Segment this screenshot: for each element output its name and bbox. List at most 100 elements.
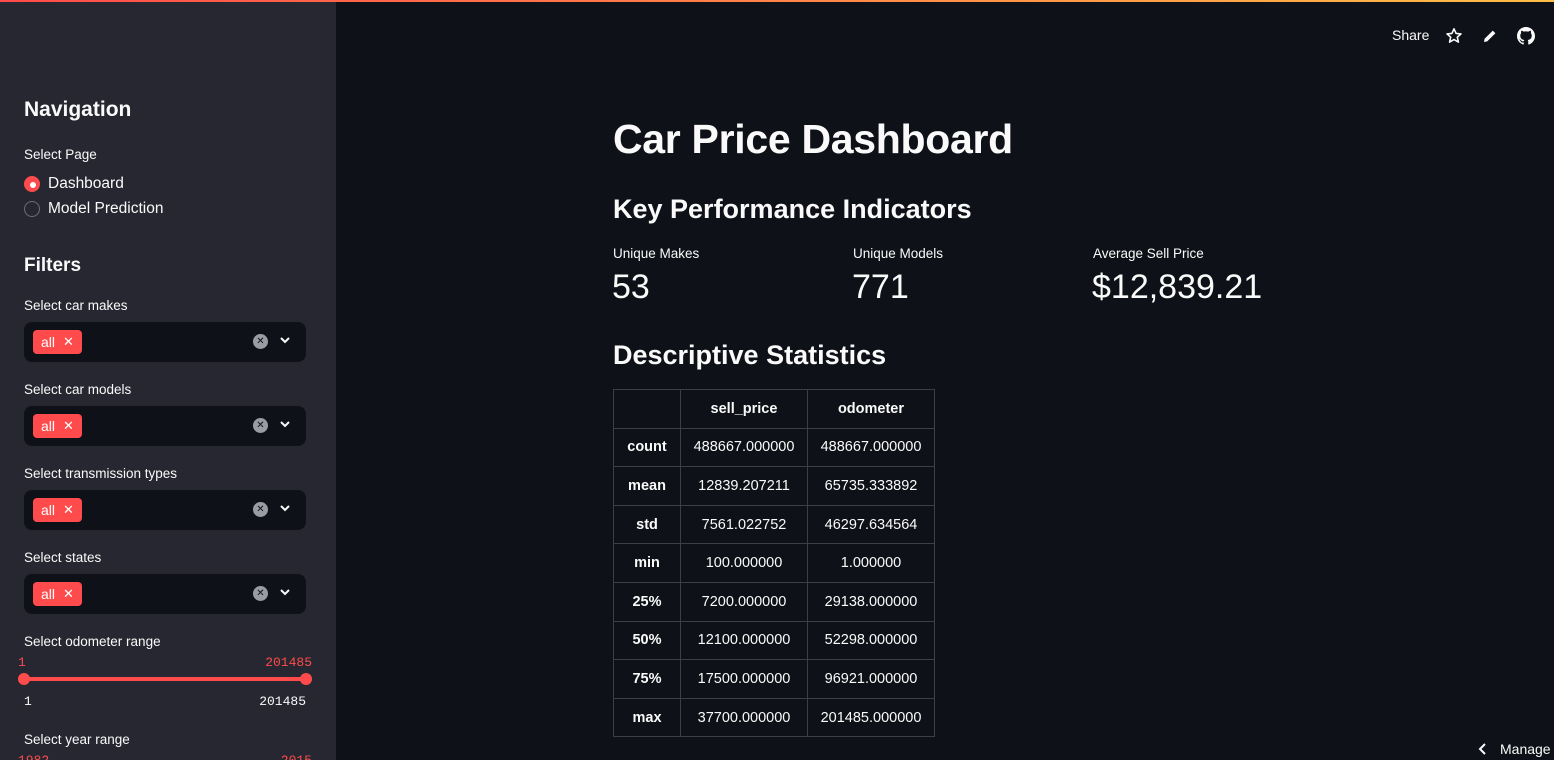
car-makes-label: Select car makes [24, 298, 128, 313]
table-row: max 37700.000000 201485.000000 [613, 697, 935, 738]
kpi-label-unique-models: Unique Models [853, 246, 944, 261]
stats-heading: Descriptive Statistics [613, 340, 887, 370]
chip-all: all ✕ [33, 498, 82, 522]
chip-label: all [41, 418, 56, 434]
column-header [613, 389, 681, 429]
radio-checked-icon [24, 176, 40, 192]
table-cell: 7561.022752 [680, 504, 808, 545]
chevron-down-icon[interactable] [278, 417, 292, 431]
year-slider-high-value: 2015 [281, 753, 312, 760]
clear-icon[interactable]: ✕ [253, 502, 268, 517]
kpi-value-unique-models: 771 [852, 268, 909, 306]
row-header: min [613, 543, 681, 583]
manage-app-button[interactable]: Manage [1478, 741, 1551, 757]
slider-min-label: 1 [24, 694, 32, 709]
row-header: 50% [613, 620, 681, 661]
slider-high-value: 201485 [265, 655, 312, 670]
chip-all: all ✕ [33, 582, 82, 606]
table-cell: 52298.000000 [807, 620, 935, 661]
table-row: mean 12839.207211 65735.333892 [613, 466, 935, 506]
table-cell: 29138.000000 [807, 581, 935, 622]
kpi-label-unique-makes: Unique Makes [613, 246, 700, 261]
top-decoration-bar [0, 0, 1554, 2]
chevron-down-icon[interactable] [278, 585, 292, 599]
car-models-label: Select car models [24, 382, 132, 397]
navigation-heading: Navigation [24, 98, 132, 121]
table-cell: 37700.000000 [680, 697, 808, 738]
remove-chip-icon[interactable]: ✕ [63, 418, 74, 434]
table-cell: 46297.634564 [807, 504, 935, 545]
chip-label: all [41, 586, 56, 602]
radio-option-dashboard[interactable]: Dashboard [24, 175, 124, 193]
table-cell: 17500.000000 [680, 659, 808, 699]
column-header-sell-price: sell_price [680, 389, 808, 429]
radio-label: Model Prediction [48, 200, 164, 217]
remove-chip-icon[interactable]: ✕ [63, 334, 74, 350]
table-row: 75% 17500.000000 96921.000000 [613, 659, 935, 699]
clear-icon[interactable]: ✕ [253, 586, 268, 601]
table-row: count 488667.000000 488667.000000 [613, 427, 935, 468]
odometer-slider-low-thumb[interactable] [18, 673, 30, 685]
radio-label: Dashboard [48, 175, 124, 192]
share-button[interactable]: Share [1392, 27, 1429, 43]
star-icon[interactable] [1445, 27, 1463, 45]
table-cell: 7200.000000 [680, 581, 808, 622]
github-icon[interactable] [1517, 27, 1535, 45]
table-header-row: sell_price odometer [613, 389, 935, 429]
remove-chip-icon[interactable]: ✕ [63, 502, 74, 518]
remove-chip-icon[interactable]: ✕ [63, 586, 74, 602]
column-header-odometer: odometer [807, 389, 935, 429]
year-range-label: Select year range [24, 732, 130, 747]
radio-option-model-prediction[interactable]: Model Prediction [24, 200, 163, 218]
odometer-slider-track[interactable] [24, 677, 306, 681]
table-row: 25% 7200.000000 29138.000000 [613, 581, 935, 622]
chip-label: all [41, 334, 56, 350]
row-header: 25% [613, 581, 681, 622]
table-cell: 1.000000 [807, 543, 935, 583]
sidebar: Navigation Select Page Dashboard Model P… [0, 0, 336, 760]
table-cell: 65735.333892 [807, 466, 935, 506]
pencil-icon[interactable] [1481, 27, 1499, 45]
table-cell: 96921.000000 [807, 659, 935, 699]
clear-icon[interactable]: ✕ [253, 418, 268, 433]
clear-icon[interactable]: ✕ [253, 334, 268, 349]
transmission-types-multiselect[interactable]: all ✕ ✕ [24, 490, 306, 530]
table-cell: 12100.000000 [680, 620, 808, 661]
manage-label: Manage [1500, 741, 1551, 757]
states-multiselect[interactable]: all ✕ ✕ [24, 574, 306, 614]
table-cell: 488667.000000 [680, 427, 808, 468]
row-header: 75% [613, 659, 681, 699]
chip-all: all ✕ [33, 330, 82, 354]
table-row: min 100.000000 1.000000 [613, 543, 935, 583]
table-row: 50% 12100.000000 52298.000000 [613, 620, 935, 661]
slider-low-value: 1 [18, 655, 26, 670]
odometer-range-label: Select odometer range [24, 634, 161, 649]
table-cell: 100.000000 [680, 543, 808, 583]
chevron-down-icon[interactable] [278, 501, 292, 515]
descriptive-stats-table: sell_price odometer count 488667.000000 48… [613, 389, 935, 738]
kpi-label-average-sell-price: Average Sell Price [1093, 246, 1204, 261]
year-slider-low-value: 1982 [18, 753, 49, 760]
transmission-types-label: Select transmission types [24, 466, 178, 481]
states-label: Select states [24, 550, 102, 565]
page-title: Car Price Dashboard [613, 116, 1013, 162]
car-models-multiselect[interactable]: all ✕ ✕ [24, 406, 306, 446]
table-row: std 7561.022752 46297.634564 [613, 504, 935, 545]
radio-unchecked-icon [24, 201, 40, 217]
filters-heading: Filters [24, 255, 82, 276]
row-header: std [613, 504, 681, 545]
select-page-label: Select Page [24, 147, 97, 162]
chevron-down-icon[interactable] [278, 333, 292, 347]
kpi-heading: Key Performance Indicators [613, 194, 972, 224]
chip-all: all ✕ [33, 414, 82, 438]
kpi-value-average-sell-price: $12,839.21 [1092, 268, 1263, 306]
chevron-left-icon [1478, 743, 1486, 755]
slider-max-label: 201485 [259, 694, 306, 709]
chip-label: all [41, 502, 56, 518]
odometer-slider-high-thumb[interactable] [300, 673, 312, 685]
kpi-value-unique-makes: 53 [612, 268, 650, 306]
car-makes-multiselect[interactable]: all ✕ ✕ [24, 322, 306, 362]
table-cell: 12839.207211 [680, 466, 808, 506]
row-header: max [613, 697, 681, 738]
row-header: mean [613, 466, 681, 506]
